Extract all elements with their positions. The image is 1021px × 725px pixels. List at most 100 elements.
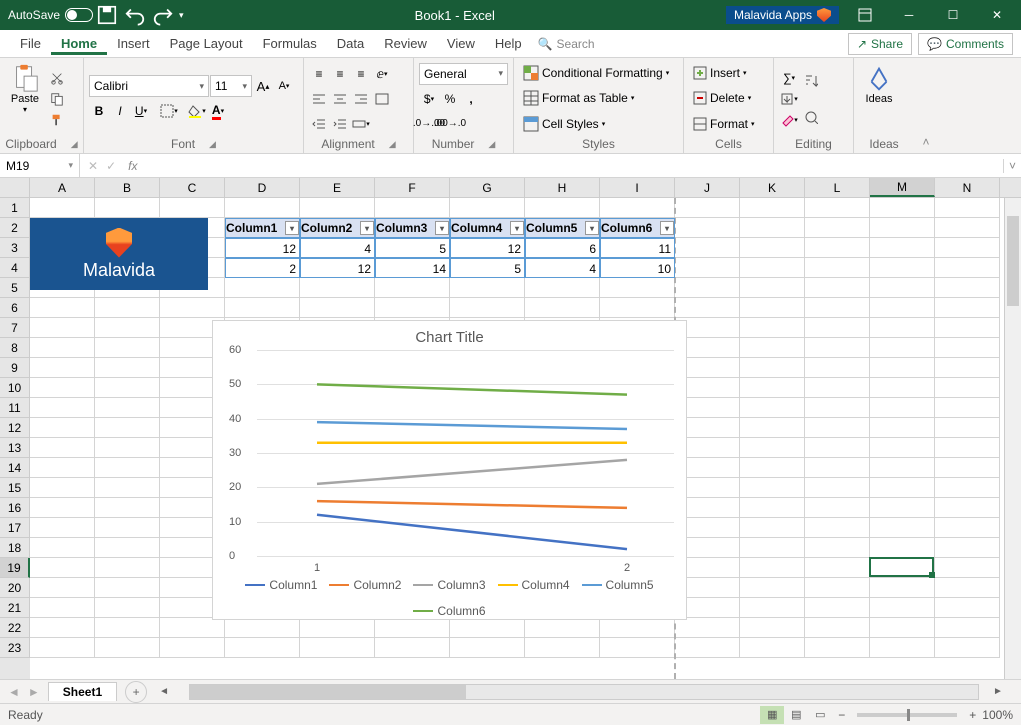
col-header-F[interactable]: F xyxy=(375,178,450,197)
filter-icon[interactable]: ▾ xyxy=(660,221,674,235)
merge-center-icon[interactable]: ▾ xyxy=(351,114,371,134)
page-layout-view-button[interactable]: ▤ xyxy=(784,706,808,724)
row-header-18[interactable]: 18 xyxy=(0,538,30,558)
percent-icon[interactable]: % xyxy=(440,89,460,109)
font-launcher[interactable]: ◢ xyxy=(209,139,216,150)
format-cells-button[interactable]: Format▾ xyxy=(689,115,759,133)
row-header-22[interactable]: 22 xyxy=(0,618,30,638)
cells-grid[interactable]: MalavidaColumn1▾Column2▾Column3▾Column4▾… xyxy=(30,198,1021,679)
underline-button[interactable]: U▾ xyxy=(131,101,151,121)
fill-color-button[interactable]: ▾ xyxy=(187,101,207,121)
col-header-D[interactable]: D xyxy=(225,178,300,197)
number-launcher[interactable]: ◢ xyxy=(488,139,495,150)
table-cell[interactable]: 14 xyxy=(375,258,450,278)
row-header-3[interactable]: 3 xyxy=(0,238,30,258)
table-cell[interactable]: 12 xyxy=(225,238,300,258)
filter-icon[interactable]: ▾ xyxy=(435,221,449,235)
filter-icon[interactable]: ▾ xyxy=(510,221,524,235)
font-size-combo[interactable]: 11▾ xyxy=(210,75,252,97)
share-button[interactable]: ↗Share xyxy=(848,33,912,55)
menu-home[interactable]: Home xyxy=(51,32,107,55)
menu-view[interactable]: View xyxy=(437,32,485,55)
border-button[interactable]: ▾ xyxy=(159,101,179,121)
align-top-icon[interactable]: ≡ xyxy=(309,64,329,84)
delete-cells-button[interactable]: Delete▾ xyxy=(689,89,759,107)
minimize-button[interactable]: ─ xyxy=(887,0,931,30)
zoom-slider[interactable] xyxy=(857,713,957,717)
table-cell[interactable]: 2 xyxy=(225,258,300,278)
redo-icon[interactable] xyxy=(152,4,174,26)
filter-icon[interactable]: ▾ xyxy=(285,221,299,235)
cancel-fx-icon[interactable]: ✕ xyxy=(88,159,98,173)
align-bottom-icon[interactable]: ≡ xyxy=(351,64,371,84)
fx-icon[interactable]: fx xyxy=(124,159,141,173)
save-icon[interactable] xyxy=(96,4,118,26)
increase-font-icon[interactable]: A▴ xyxy=(253,76,273,96)
sheet-tab[interactable]: Sheet1 xyxy=(48,682,117,701)
comments-button[interactable]: 💬Comments xyxy=(918,33,1013,55)
table-header[interactable]: Column3▾ xyxy=(375,218,450,238)
col-header-I[interactable]: I xyxy=(600,178,675,197)
col-header-L[interactable]: L xyxy=(805,178,870,197)
table-cell[interactable]: 12 xyxy=(450,238,525,258)
col-header-M[interactable]: M xyxy=(870,178,935,197)
formula-input[interactable] xyxy=(141,154,1003,177)
row-header-4[interactable]: 4 xyxy=(0,258,30,278)
number-format-combo[interactable]: General▾ xyxy=(419,63,508,85)
row-header-5[interactable]: 5 xyxy=(0,278,30,298)
collapse-ribbon-icon[interactable]: ˄ xyxy=(914,58,938,153)
alignment-launcher[interactable]: ◢ xyxy=(389,139,396,150)
table-header[interactable]: Column5▾ xyxy=(525,218,600,238)
add-sheet-button[interactable]: + xyxy=(125,681,147,703)
maximize-button[interactable]: ☐ xyxy=(931,0,975,30)
sum-icon[interactable]: ∑▾ xyxy=(779,68,799,88)
font-color-button[interactable]: A▾ xyxy=(208,101,228,121)
font-name-combo[interactable]: Calibri▾ xyxy=(89,75,209,97)
row-header-23[interactable]: 23 xyxy=(0,638,30,658)
decrease-decimal-icon[interactable]: .00→.0 xyxy=(440,114,460,134)
align-center-icon[interactable] xyxy=(330,89,350,109)
tab-prev-icon[interactable]: ◄ xyxy=(4,685,24,699)
table-header[interactable]: Column6▾ xyxy=(600,218,675,238)
table-cell[interactable]: 4 xyxy=(525,258,600,278)
format-as-table-button[interactable]: Format as Table▾ xyxy=(519,88,673,108)
tab-next-icon[interactable]: ► xyxy=(24,685,44,699)
search-box[interactable]: 🔍Search xyxy=(532,35,601,53)
filter-icon[interactable]: ▾ xyxy=(360,221,374,235)
select-all-corner[interactable] xyxy=(0,178,30,197)
col-header-N[interactable]: N xyxy=(935,178,1000,197)
conditional-formatting-button[interactable]: Conditional Formatting▾ xyxy=(519,63,673,83)
table-cell[interactable]: 10 xyxy=(600,258,675,278)
undo-icon[interactable] xyxy=(124,4,146,26)
vertical-scrollbar[interactable] xyxy=(1004,198,1021,679)
col-header-A[interactable]: A xyxy=(30,178,95,197)
find-select-icon[interactable] xyxy=(801,99,821,135)
cell-styles-button[interactable]: Cell Styles▾ xyxy=(519,114,673,134)
paste-button[interactable]: Paste ▾ xyxy=(5,61,45,121)
horizontal-scrollbar[interactable]: ◄► xyxy=(159,684,1009,700)
col-header-E[interactable]: E xyxy=(300,178,375,197)
bold-button[interactable]: B xyxy=(89,101,109,121)
wrap-text-icon[interactable] xyxy=(372,89,392,109)
clipboard-launcher[interactable]: ◢ xyxy=(71,139,78,150)
col-header-K[interactable]: K xyxy=(740,178,805,197)
row-header-15[interactable]: 15 xyxy=(0,478,30,498)
row-header-6[interactable]: 6 xyxy=(0,298,30,318)
expand-formula-icon[interactable]: ˅ xyxy=(1003,159,1021,173)
table-cell[interactable]: 11 xyxy=(600,238,675,258)
align-left-icon[interactable] xyxy=(309,89,329,109)
zoom-level[interactable]: 100% xyxy=(982,708,1013,722)
row-header-20[interactable]: 20 xyxy=(0,578,30,598)
col-header-H[interactable]: H xyxy=(525,178,600,197)
copy-icon[interactable] xyxy=(47,89,67,109)
currency-icon[interactable]: $▾ xyxy=(419,89,439,109)
menu-formulas[interactable]: Formulas xyxy=(253,32,327,55)
row-header-14[interactable]: 14 xyxy=(0,458,30,478)
malavida-badge[interactable]: Malavida Apps xyxy=(726,6,839,24)
close-button[interactable]: ✕ xyxy=(975,0,1019,30)
menu-insert[interactable]: Insert xyxy=(107,32,160,55)
menu-data[interactable]: Data xyxy=(327,32,374,55)
enter-fx-icon[interactable]: ✓ xyxy=(106,159,116,173)
row-header-10[interactable]: 10 xyxy=(0,378,30,398)
table-cell[interactable]: 4 xyxy=(300,238,375,258)
